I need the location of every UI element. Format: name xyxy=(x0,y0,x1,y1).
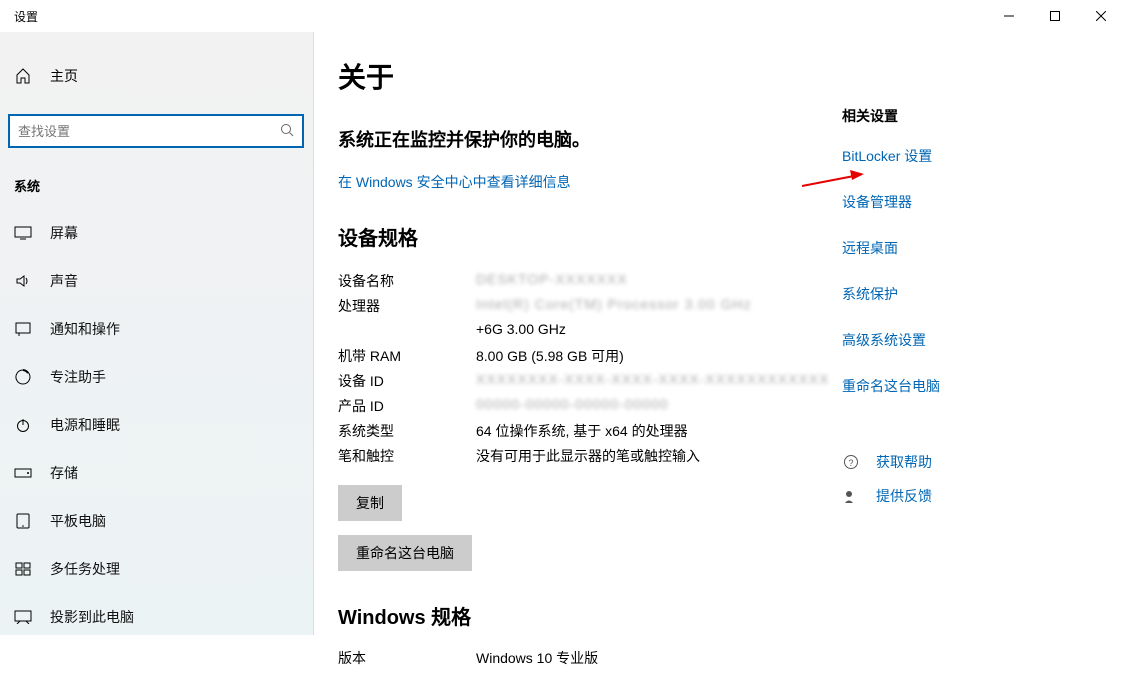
nav-item-tablet[interactable]: 平板电脑 xyxy=(8,497,305,545)
nav-item-label: 声音 xyxy=(50,271,78,291)
nav-list: 屏幕 声音 通知和操作 专注助手 电源和睡眠 xyxy=(8,209,305,641)
security-center-link[interactable]: 在 Windows 安全中心中查看详细信息 xyxy=(338,174,571,190)
spec-label-pen-touch: 笔和触控 xyxy=(338,446,476,466)
nav-item-focus-assist[interactable]: 专注助手 xyxy=(8,353,305,401)
spec-value-pen-touch: 没有可用于此显示器的笔或触控输入 xyxy=(476,446,834,466)
home-label: 主页 xyxy=(50,66,78,86)
related-link-system-protection[interactable]: 系统保护 xyxy=(842,284,1094,304)
nav-item-label: 电源和睡眠 xyxy=(50,415,120,435)
nav-item-projecting[interactable]: 投影到此电脑 xyxy=(8,593,305,641)
help-icon: ? xyxy=(842,454,860,470)
spec-label-device-name: 设备名称 xyxy=(338,271,476,291)
maximize-button[interactable] xyxy=(1032,0,1078,32)
spec-label-system-type: 系统类型 xyxy=(338,421,476,441)
storage-icon xyxy=(14,468,32,478)
nav-item-label: 通知和操作 xyxy=(50,319,120,339)
related-link-device-manager[interactable]: 设备管理器 xyxy=(842,192,1094,212)
related-link-rename-pc[interactable]: 重命名这台电脑 xyxy=(842,376,1094,396)
window-controls xyxy=(986,0,1124,32)
related-link-remote-desktop[interactable]: 远程桌面 xyxy=(842,238,1094,258)
nav-item-sound[interactable]: 声音 xyxy=(8,257,305,305)
spec-label-ram: 机带 RAM xyxy=(338,346,476,366)
give-feedback-label: 提供反馈 xyxy=(876,486,932,506)
category-header: 系统 xyxy=(8,172,305,209)
close-button[interactable] xyxy=(1078,0,1124,32)
notifications-icon xyxy=(14,322,32,336)
search-icon[interactable] xyxy=(272,123,302,140)
power-icon xyxy=(14,417,32,433)
spec-label-product-id: 产品 ID xyxy=(338,396,476,416)
get-help-link[interactable]: ? 获取帮助 xyxy=(842,452,1094,472)
spec-value-device-name: DESKTOP-XXXXXXX xyxy=(476,271,628,287)
window-title: 设置 xyxy=(0,8,38,25)
nav-item-label: 投影到此电脑 xyxy=(50,607,134,627)
search-input[interactable] xyxy=(10,124,272,139)
sidebar: 主页 系统 屏幕 声音 xyxy=(0,32,314,635)
spec-value-product-id: 00000-00000-00000-00000 xyxy=(476,396,669,412)
nav-item-label: 专注助手 xyxy=(50,367,106,387)
nav-item-storage[interactable]: 存储 xyxy=(8,449,305,497)
device-spec-title: 设备规格 xyxy=(338,222,834,251)
maximize-icon xyxy=(1050,11,1060,21)
content-area: 关于 系统正在监控并保护你的电脑。 在 Windows 安全中心中查看详细信息 … xyxy=(314,32,1124,635)
titlebar: 设置 xyxy=(0,0,1124,32)
spec-label-processor: 处理器 xyxy=(338,296,476,316)
device-spec-table: 设备名称DESKTOP-XXXXXXX 处理器Intel(R) Core(TM)… xyxy=(338,271,834,471)
nav-item-power-sleep[interactable]: 电源和睡眠 xyxy=(8,401,305,449)
spec-value-system-type: 64 位操作系统, 基于 x64 的处理器 xyxy=(476,421,834,441)
nav-item-label: 存储 xyxy=(50,463,78,483)
copy-button[interactable]: 复制 xyxy=(338,485,402,521)
related-settings-panel: 相关设置 BitLocker 设置 设备管理器 远程桌面 系统保护 高级系统设置… xyxy=(834,56,1094,635)
nav-item-label: 平板电脑 xyxy=(50,511,106,531)
spec-label-device-id: 设备 ID xyxy=(338,371,476,391)
related-settings-header: 相关设置 xyxy=(842,106,1094,126)
tablet-icon xyxy=(14,513,32,529)
spec-value-processor: Intel(R) Core(TM) Processor 3.00 GHz xyxy=(476,296,752,312)
give-feedback-link[interactable]: 提供反馈 xyxy=(842,486,1094,506)
spec-value-processor-line2: +6G 3.00 GHz xyxy=(476,321,834,337)
feedback-icon xyxy=(842,488,860,504)
multitasking-icon xyxy=(14,562,32,576)
nav-item-display[interactable]: 屏幕 xyxy=(8,209,305,257)
sound-icon xyxy=(14,273,32,289)
page-title: 关于 xyxy=(338,56,834,96)
svg-text:?: ? xyxy=(848,458,853,468)
nav-item-notifications[interactable]: 通知和操作 xyxy=(8,305,305,353)
nav-item-label: 屏幕 xyxy=(50,223,78,243)
close-icon xyxy=(1096,11,1106,21)
spec-value-ram: 8.00 GB (5.98 GB 可用) xyxy=(476,346,834,366)
nav-item-multitasking[interactable]: 多任务处理 xyxy=(8,545,305,593)
windows-spec-title: Windows 规格 xyxy=(338,601,834,630)
home-icon xyxy=(14,68,32,84)
projecting-icon xyxy=(14,610,32,624)
spec-value-edition: Windows 10 专业版 xyxy=(476,648,834,668)
get-help-label: 获取帮助 xyxy=(876,452,932,472)
rename-pc-button[interactable]: 重命名这台电脑 xyxy=(338,535,472,571)
related-link-advanced-system[interactable]: 高级系统设置 xyxy=(842,330,1094,350)
home-button[interactable]: 主页 xyxy=(8,56,305,96)
related-link-bitlocker[interactable]: BitLocker 设置 xyxy=(842,146,1094,166)
minimize-button[interactable] xyxy=(986,0,1032,32)
spec-value-device-id: XXXXXXXX-XXXX-XXXX-XXXX-XXXXXXXXXXXX xyxy=(476,371,829,387)
display-icon xyxy=(14,226,32,240)
search-box[interactable] xyxy=(8,114,304,148)
spec-label-edition: 版本 xyxy=(338,648,476,668)
nav-item-label: 多任务处理 xyxy=(50,559,120,579)
protection-status: 系统正在监控并保护你的电脑。 xyxy=(338,126,834,152)
minimize-icon xyxy=(1004,11,1014,21)
focus-assist-icon xyxy=(14,369,32,385)
